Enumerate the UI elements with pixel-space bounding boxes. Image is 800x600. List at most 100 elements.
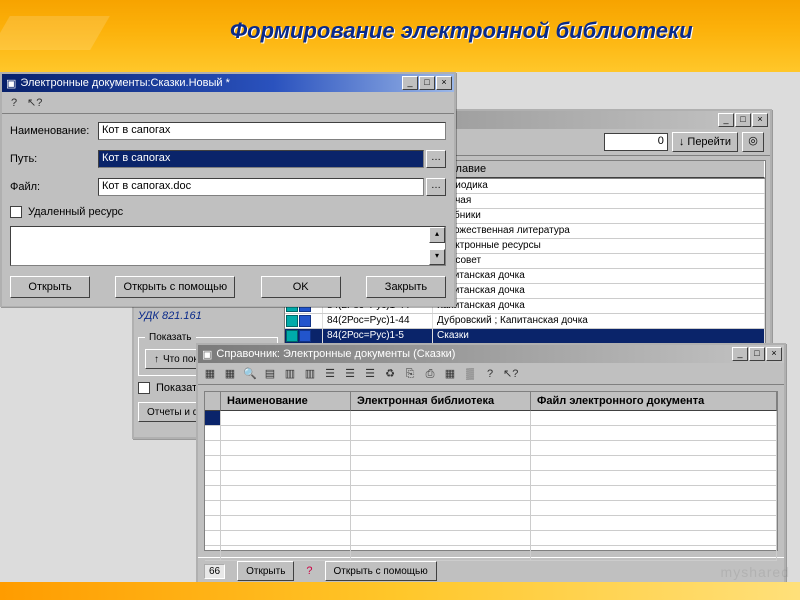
tool-icon[interactable]: ⎙ bbox=[422, 366, 438, 382]
scroll-up-icon[interactable]: ▴ bbox=[429, 227, 445, 243]
close-button[interactable]: Закрыть bbox=[366, 276, 446, 298]
maximize-button[interactable]: □ bbox=[749, 347, 765, 361]
whatsthis-icon[interactable]: ↖? bbox=[502, 366, 518, 382]
open-with-button[interactable]: Открыть с помощью bbox=[115, 276, 235, 298]
table-row[interactable] bbox=[205, 501, 777, 516]
cell-title: Педсовет bbox=[433, 254, 765, 268]
reference-titlebar[interactable]: ▣ Справочник: Электронные документы (Ска… bbox=[198, 345, 784, 363]
tool-icon[interactable]: ▤ bbox=[262, 366, 278, 382]
search-icon[interactable]: 🔍 bbox=[242, 366, 258, 382]
path-input[interactable]: Кот в сапогах bbox=[98, 150, 424, 168]
dialog-client: Наименование: Кот в сапогах Путь: Кот в … bbox=[2, 114, 454, 306]
checkbox-box bbox=[10, 206, 22, 218]
grid-col-name[interactable]: Наименование bbox=[221, 392, 351, 411]
doc-icon bbox=[299, 330, 311, 342]
banner: Формирование электронной библиотеки bbox=[0, 0, 800, 72]
tool-icon[interactable]: ▦ bbox=[222, 366, 238, 382]
table-row[interactable]: 84(2Рос=Рус)1-44Дубровский ; Капитанская… bbox=[285, 314, 765, 329]
table-row[interactable] bbox=[205, 531, 777, 546]
help-icon[interactable]: ? bbox=[482, 366, 498, 382]
page-title: Формирование электронной библиотеки bbox=[230, 18, 693, 44]
reference-window: ▣ Справочник: Электронные документы (Ска… bbox=[196, 343, 786, 583]
grid-col-library[interactable]: Электронная библиотека bbox=[351, 392, 531, 411]
help-icon[interactable]: ? bbox=[306, 565, 312, 577]
dialog-titlebar[interactable]: ▣ Электронные документы:Сказки.Новый * _… bbox=[2, 74, 454, 92]
tool-icon[interactable]: ☰ bbox=[342, 366, 358, 382]
banner-swoosh bbox=[0, 16, 110, 50]
close-button[interactable]: × bbox=[766, 347, 782, 361]
cell-title: Электронные ресурсы bbox=[433, 239, 765, 253]
app-icon: ▣ bbox=[6, 77, 16, 90]
edit-dialog: ▣ Электронные документы:Сказки.Новый * _… bbox=[0, 72, 456, 307]
help-icon[interactable]: ? bbox=[6, 95, 22, 111]
minimize-button[interactable]: _ bbox=[732, 347, 748, 361]
remote-checkbox[interactable]: Удаленный ресурс bbox=[10, 206, 446, 218]
path-browse-button[interactable]: … bbox=[426, 150, 446, 168]
cell-code: 84(2Рос=Рус)1-5 bbox=[323, 329, 433, 343]
goto-button[interactable]: ↓Перейти bbox=[672, 132, 738, 152]
tool-icon[interactable]: ☰ bbox=[362, 366, 378, 382]
table-row[interactable] bbox=[205, 411, 777, 426]
open-button[interactable]: Открыть bbox=[10, 276, 90, 298]
arrow-up-icon: ↑ bbox=[154, 354, 159, 365]
table-row[interactable] bbox=[205, 546, 777, 561]
reference-title: Справочник: Электронные документы (Сказк… bbox=[216, 348, 732, 360]
name-input[interactable]: Кот в сапогах bbox=[98, 122, 446, 140]
reference-grid[interactable]: Наименование Электронная библиотека Файл… bbox=[204, 391, 778, 551]
table-row[interactable]: 84(2Рос=Рус)1-5Сказки bbox=[285, 329, 765, 344]
view-button[interactable]: ◎ bbox=[742, 132, 764, 152]
show-panel-legend: Показать bbox=[145, 332, 196, 343]
cell-title: Капитанская дочка bbox=[433, 284, 765, 298]
file-label: Файл: bbox=[10, 181, 98, 193]
tool-icon[interactable]: ♻ bbox=[382, 366, 398, 382]
table-row[interactable] bbox=[205, 471, 777, 486]
open-with-button[interactable]: Открыть с помощью bbox=[325, 561, 437, 581]
table-row[interactable] bbox=[205, 426, 777, 441]
dialog-toolbar: ? ↖? bbox=[2, 92, 454, 114]
close-button[interactable]: × bbox=[752, 113, 768, 127]
cell-code: 84(2Рос=Рус)1-44 bbox=[323, 314, 433, 328]
tool-icon[interactable]: ▦ bbox=[202, 366, 218, 382]
file-input[interactable]: Кот в сапогах.doc bbox=[98, 178, 424, 196]
cell-title: Капитанская дочка bbox=[433, 299, 765, 313]
folder-icon bbox=[286, 315, 298, 327]
whatsthis-icon[interactable]: ↖? bbox=[26, 95, 42, 111]
ok-button[interactable]: OK bbox=[261, 276, 341, 298]
tool-icon[interactable]: ☰ bbox=[322, 366, 338, 382]
watermark: myshared bbox=[721, 564, 790, 580]
reference-toolbar: ▦ ▦ 🔍 ▤ ▥ ▥ ☰ ☰ ☰ ♻ ⎘ ⎙ ▦ ▒ ? ↖? bbox=[198, 363, 784, 385]
file-browse-button[interactable]: … bbox=[426, 178, 446, 196]
table-row[interactable] bbox=[205, 516, 777, 531]
goto-input[interactable]: 0 bbox=[604, 133, 668, 151]
tool-icon[interactable]: ▦ bbox=[442, 366, 458, 382]
open-button[interactable]: Открыть bbox=[237, 561, 294, 581]
maximize-button[interactable]: □ bbox=[419, 76, 435, 90]
table-row[interactable] bbox=[205, 486, 777, 501]
cell-title: Учебники bbox=[433, 209, 765, 223]
tool-icon[interactable]: ▥ bbox=[282, 366, 298, 382]
reference-footer: 66 Открыть ? Открыть с помощью bbox=[198, 557, 784, 584]
desktop-area: _ □ × 0 ↓Перейти ◎ УДК 821.161 Показать … bbox=[0, 72, 800, 600]
minimize-button[interactable]: _ bbox=[402, 76, 418, 90]
remote-checkbox-label: Удаленный ресурс bbox=[28, 206, 123, 218]
cell-title: Капитанская дочка bbox=[433, 269, 765, 283]
maximize-button[interactable]: □ bbox=[735, 113, 751, 127]
minimize-button[interactable]: _ bbox=[718, 113, 734, 127]
tool-icon[interactable]: ⎘ bbox=[402, 366, 418, 382]
doc-icon bbox=[299, 315, 311, 327]
reference-grid-body[interactable] bbox=[205, 411, 777, 561]
checkbox-box bbox=[138, 382, 150, 394]
table-row[interactable] bbox=[205, 456, 777, 471]
close-button[interactable]: × bbox=[436, 76, 452, 90]
tool-icon[interactable]: ▒ bbox=[462, 366, 478, 382]
notes-textarea[interactable]: ▴ ▾ bbox=[10, 226, 446, 266]
grid-row-marker-col bbox=[205, 392, 221, 411]
name-label: Наименование: bbox=[10, 125, 98, 137]
reference-grid-header: Наименование Электронная библиотека Файл… bbox=[205, 392, 777, 411]
grid-col-file[interactable]: Файл электронного документа bbox=[531, 392, 777, 411]
scroll-down-icon[interactable]: ▾ bbox=[429, 249, 445, 265]
tool-icon[interactable]: ▥ bbox=[302, 366, 318, 382]
col-title[interactable]: Заглавие bbox=[433, 161, 765, 178]
table-row[interactable] bbox=[205, 441, 777, 456]
record-count: 66 bbox=[204, 564, 225, 579]
